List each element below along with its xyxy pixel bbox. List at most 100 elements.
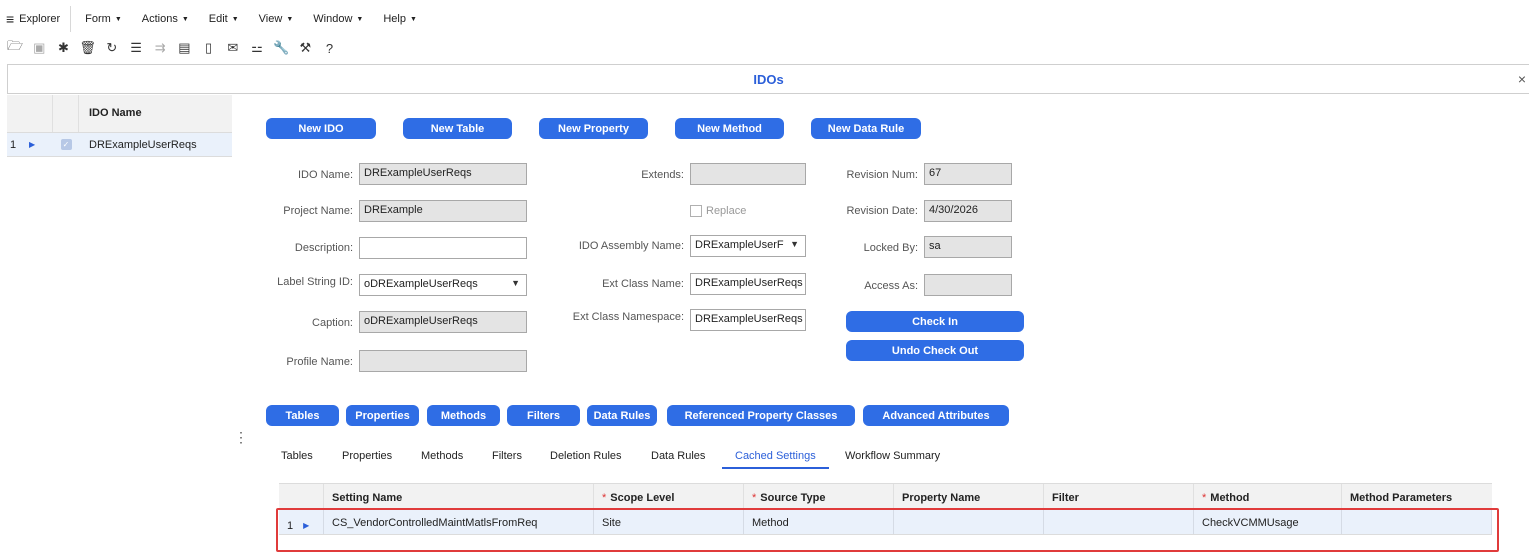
new-record-icon[interactable]: ✱ — [51, 39, 75, 57]
required-icon: * — [1202, 492, 1207, 504]
method-parameters-header-label: Method Parameters — [1350, 492, 1453, 504]
tab-cached-settings[interactable]: Cached Settings — [722, 450, 829, 469]
ext-class-name-label: Ext Class Name: — [602, 278, 684, 290]
referenced-property-classes-button[interactable]: Referenced Property Classes — [667, 405, 855, 426]
menu-actions[interactable]: Actions ▼ — [132, 0, 199, 38]
access-as-field[interactable] — [924, 274, 1012, 296]
ext-class-namespace-field[interactable]: DRExampleUserReqs — [690, 309, 806, 331]
locked-by-field[interactable]: sa — [924, 236, 1012, 258]
setting-name-header[interactable]: Setting Name — [324, 484, 594, 508]
tab-filters[interactable]: Filters — [492, 450, 522, 462]
tab-data-rules[interactable]: Data Rules — [651, 450, 705, 462]
access-as-label: Access As: — [864, 280, 918, 292]
method-parameters-header[interactable]: Method Parameters — [1342, 484, 1492, 508]
label-string-id-select[interactable]: oDRExampleUserReqs ▼ — [359, 274, 527, 296]
required-icon: * — [602, 492, 607, 504]
setting-name-header-label: Setting Name — [332, 492, 403, 504]
tables-button[interactable]: Tables — [266, 405, 339, 426]
clipboard-icon[interactable]: ▤ — [172, 39, 196, 57]
menu-view-label: View — [258, 13, 283, 25]
method-header[interactable]: * Method — [1194, 484, 1342, 508]
source-type-header[interactable]: * Source Type — [744, 484, 894, 508]
ext-class-name-field[interactable]: DRExampleUserReqs — [690, 273, 806, 295]
caption-field[interactable]: oDRExampleUserReqs — [359, 311, 527, 333]
revision-date-field[interactable]: 4/30/2026 — [924, 200, 1012, 222]
extends-field[interactable] — [690, 163, 806, 185]
ido-assembly-name-value: DRExampleUserF — [695, 239, 784, 251]
tab-tables[interactable]: Tables — [281, 450, 313, 462]
tools-icon[interactable]: ⚒ — [293, 39, 317, 57]
document-icon[interactable]: ▯ — [197, 39, 221, 57]
menu-view[interactable]: View ▼ — [249, 0, 304, 38]
menu-edit[interactable]: Edit ▼ — [199, 0, 249, 38]
explorer-label: Explorer — [19, 13, 61, 25]
property-name-header[interactable]: Property Name — [894, 484, 1044, 508]
filters-button[interactable]: Filters — [507, 405, 580, 426]
new-property-button[interactable]: New Property — [539, 118, 648, 139]
ido-list-header: IDO Name — [7, 95, 232, 133]
new-data-rule-button[interactable]: New Data Rule — [811, 118, 921, 139]
caret-down-icon: ▼ — [181, 15, 189, 23]
description-field[interactable] — [359, 237, 527, 259]
ido-assembly-name-label: IDO Assembly Name: — [578, 240, 684, 252]
ido-assembly-name-select[interactable]: DRExampleUserF ▼ — [690, 235, 806, 257]
new-table-button[interactable]: New Table — [403, 118, 512, 139]
row-number: 1 — [10, 138, 17, 151]
filter-icon[interactable]: ☰ — [124, 39, 148, 57]
explorer-menu[interactable]: ≡ Explorer — [0, 6, 72, 32]
help-icon[interactable]: ? — [317, 39, 341, 57]
menu-help[interactable]: Help ▼ — [373, 0, 427, 38]
close-icon[interactable]: × — [1518, 71, 1526, 87]
row-checkbox[interactable]: ✓ — [53, 139, 79, 150]
check-icon: ✓ — [60, 139, 72, 150]
tab-deletion-rules[interactable]: Deletion Rules — [550, 450, 622, 462]
methods-button[interactable]: Methods — [427, 405, 500, 426]
menu-form-label: Form — [85, 13, 111, 25]
tab-properties[interactable]: Properties — [342, 450, 392, 462]
tab-methods[interactable]: Methods — [421, 450, 463, 462]
filter-in-place-icon[interactable]: ⇉ — [148, 39, 172, 57]
tab-workflow-summary[interactable]: Workflow Summary — [845, 450, 940, 462]
check-in-button[interactable]: Check In — [846, 311, 1024, 332]
replace-checkbox[interactable] — [690, 205, 702, 217]
caret-down-icon: ▼ — [409, 15, 417, 23]
menu-edit-label: Edit — [208, 13, 228, 25]
menu-window[interactable]: Window ▼ — [303, 0, 373, 38]
refresh-icon[interactable]: ↻ — [100, 39, 124, 57]
ido-list-row[interactable]: 1 ▶ ✓ DRExampleUserReqs — [7, 133, 232, 157]
delete-icon[interactable]: 🗑 — [76, 39, 100, 57]
revision-num-field[interactable]: 67 — [924, 163, 1012, 185]
row-num-header — [7, 95, 53, 132]
caret-down-icon: ▼ — [356, 15, 364, 23]
undo-check-out-button[interactable]: Undo Check Out — [846, 340, 1024, 361]
property-name-header-label: Property Name — [902, 492, 981, 504]
project-name-field[interactable]: DRExample — [359, 200, 527, 222]
scope-level-header[interactable]: * Scope Level — [594, 484, 744, 508]
extends-label: Extends: — [641, 169, 684, 181]
dropdown-arrow-icon: ▼ — [511, 278, 520, 288]
label-string-id-value: oDRExampleUserReqs — [364, 278, 478, 290]
ido-name-field[interactable]: DRExampleUserReqs — [359, 163, 527, 185]
cached-settings-header: Setting Name * Scope Level * Source Type P… — [279, 483, 1492, 509]
new-ido-button[interactable]: New IDO — [266, 118, 376, 139]
advanced-attributes-button[interactable]: Advanced Attributes — [863, 405, 1009, 426]
new-method-button[interactable]: New Method — [675, 118, 784, 139]
org-chart-icon[interactable]: ⚍ — [245, 39, 269, 57]
data-rules-button[interactable]: Data Rules — [587, 405, 657, 426]
open-folder-icon[interactable]: 🗁 — [3, 38, 27, 57]
splitter-handle-icon[interactable]: ⋮ — [234, 430, 248, 444]
ido-name-header[interactable]: IDO Name — [79, 95, 232, 132]
properties-button[interactable]: Properties — [346, 405, 419, 426]
project-name-label: Project Name: — [283, 205, 353, 217]
menu-form[interactable]: Form ▼ — [75, 0, 132, 38]
toolbar: 🗁 ▣ ✱ 🗑 ↻ ☰ ⇉ ▤ ▯ ✉ ⚍ 🔧 ⚒ ? — [0, 38, 342, 58]
profile-name-field[interactable] — [359, 350, 527, 372]
ido-list-grid: IDO Name 1 ▶ ✓ DRExampleUserReqs — [7, 95, 232, 157]
wrench-icon[interactable]: 🔧 — [269, 39, 293, 57]
scope-level-header-label: Scope Level — [610, 492, 675, 504]
filter-header[interactable]: Filter — [1044, 484, 1194, 508]
caret-down-icon: ▼ — [286, 15, 294, 23]
mail-icon[interactable]: ✉ — [221, 39, 245, 57]
dropdown-arrow-icon: ▼ — [790, 239, 799, 249]
save-icon[interactable]: ▣ — [27, 39, 51, 57]
